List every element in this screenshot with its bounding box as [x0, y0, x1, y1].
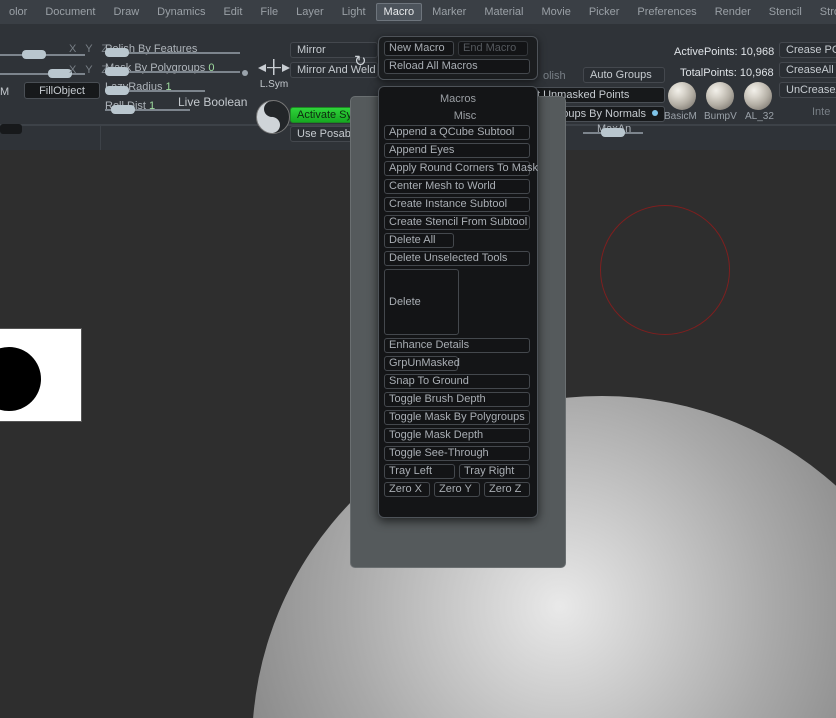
macro-item-zero-x[interactable]: Zero X	[384, 482, 430, 497]
alpha-corner-handle-top[interactable]	[74, 329, 81, 336]
max-angle-slider[interactable]: MaxAn	[583, 123, 643, 140]
polish-indicator-dot[interactable]	[242, 70, 248, 76]
end-macro-button: End Macro	[458, 41, 528, 56]
macro-section-header-macros: Macros	[439, 93, 477, 105]
slider-knob[interactable]	[105, 48, 129, 57]
alpha-thumbnail[interactable]	[0, 328, 82, 422]
macro-popup-list-panel[interactable]: Macros Misc Append a QCube Subtool Appen…	[378, 86, 538, 518]
menu-item-layer[interactable]: Layer	[288, 3, 332, 21]
menu-item-macro[interactable]: Macro	[375, 3, 423, 21]
macro-item-grp-unmasked[interactable]: GrpUnMasked	[384, 356, 460, 371]
alpha-circle-shape	[0, 347, 41, 411]
shelf-divider-3	[100, 126, 101, 150]
macro-item-snap-to-ground[interactable]: Snap To Ground	[384, 374, 530, 389]
material-label-bumpv: BumpV	[704, 111, 737, 122]
menu-item-draw[interactable]: Draw	[105, 3, 147, 21]
groups-by-normals-indicator[interactable]	[652, 110, 658, 116]
menu-item-preferences[interactable]: Preferences	[629, 3, 704, 21]
macro-item-toggle-mask-by-polygroups[interactable]: Toggle Mask By Polygroups	[384, 410, 530, 425]
menu-item-stroke[interactable]: Stroke	[812, 3, 836, 21]
macro-item-toggle-mask-depth[interactable]: Toggle Mask Depth	[384, 428, 530, 443]
macro-item-delete-unselected-tools[interactable]: Delete Unselected Tools	[384, 251, 530, 266]
total-points-readout: TotalPoints: 10,968	[680, 67, 774, 79]
slider-knob[interactable]	[22, 50, 46, 59]
macro-item-toggle-brush-depth[interactable]: Toggle Brush Depth	[384, 392, 530, 407]
reload-macros-icon[interactable]: ↻	[354, 52, 367, 70]
crease-all-button[interactable]: CreaseAll	[779, 62, 836, 78]
menu-item-edit[interactable]: Edit	[215, 3, 250, 21]
m-label: M	[0, 86, 10, 98]
slider-knob[interactable]	[601, 128, 625, 137]
macro-item-delete-all[interactable]: Delete All	[384, 233, 454, 248]
macro-popup-header-panel[interactable]: New Macro End Macro Reload All Macros	[378, 36, 538, 80]
slider-knob[interactable]	[105, 86, 129, 95]
new-macro-button[interactable]: New Macro	[384, 41, 454, 56]
macro-item-append-eyes[interactable]: Append Eyes	[384, 143, 530, 158]
macro-item-tray-right[interactable]: Tray Right	[459, 464, 530, 479]
macro-item-delete-folder[interactable]: Delete	[384, 269, 459, 335]
material-ball-al32[interactable]	[744, 82, 772, 110]
menu-item-material[interactable]: Material	[476, 3, 531, 21]
menu-item-file[interactable]: File	[252, 3, 286, 21]
macro-item-zero-z[interactable]: Zero Z	[484, 482, 530, 497]
inte-label-partial: Inte	[812, 106, 831, 118]
fill-object-button[interactable]: FillObject	[24, 82, 100, 99]
reload-all-macros-button[interactable]: Reload All Macros	[384, 59, 530, 74]
menu-item-movie[interactable]: Movie	[533, 3, 578, 21]
macro-item-center-mesh-to-world[interactable]: Center Mesh to World	[384, 179, 530, 194]
menu-item-color[interactable]: olor	[1, 3, 35, 21]
macro-item-create-instance-subtool[interactable]: Create Instance Subtool	[384, 197, 530, 212]
macro-new-end-row: New Macro End Macro	[384, 41, 532, 59]
macro-item-tray-left[interactable]: Tray Left	[384, 464, 455, 479]
auto-groups-button[interactable]: Auto Groups	[583, 67, 665, 83]
macro-item-zero-y[interactable]: Zero Y	[434, 482, 480, 497]
symmetry-arrows-icon	[258, 59, 290, 75]
menu-item-stencil[interactable]: Stencil	[761, 3, 810, 21]
lsym-label: L.Sym	[259, 79, 289, 90]
symmetry-yinyang-icon[interactable]	[256, 100, 290, 134]
polish-by-features-slider[interactable]: Polish By Features	[105, 43, 240, 60]
alpha-corner-handle-bottom[interactable]	[74, 414, 81, 421]
menu-item-document[interactable]: Document	[37, 3, 103, 21]
crease-pg-button[interactable]: Crease PG	[779, 42, 836, 58]
macro-zero-row: Zero X Zero Y Zero Z	[384, 482, 532, 500]
shelf-small-swatch[interactable]	[0, 124, 22, 134]
menu-item-render[interactable]: Render	[707, 3, 759, 21]
material-label-basicm: BasicM	[664, 111, 697, 122]
macro-section-header-misc: Misc	[453, 110, 477, 122]
menu-item-marker[interactable]: Marker	[424, 3, 474, 21]
macro-item-apply-round-corners-to-mask[interactable]: Apply Round Corners To Mask	[384, 161, 538, 176]
live-boolean-button[interactable]: Live Boolean	[178, 95, 247, 109]
menu-item-picker[interactable]: Picker	[581, 3, 628, 21]
symmetry-axis-icon[interactable]: L.Sym	[255, 56, 293, 90]
uncrease-all-button[interactable]: UnCreaseAll	[779, 82, 836, 98]
macro-item-append-qcube-subtool[interactable]: Append a QCube Subtool	[384, 125, 530, 140]
brush-cursor-ring	[600, 205, 730, 335]
material-ball-basicm[interactable]	[668, 82, 696, 110]
main-menu-bar[interactable]: olor Document Draw Dynamics Edit File La…	[0, 0, 836, 24]
menu-item-dynamics[interactable]: Dynamics	[149, 3, 213, 21]
zbrush-window: olor Document Draw Dynamics Edit File La…	[0, 0, 836, 718]
slider-knob[interactable]	[105, 67, 129, 76]
mask-by-polygroups-slider[interactable]: Mask By Polygroups 0	[105, 62, 240, 79]
macro-tray-row: Tray Left Tray Right	[384, 464, 532, 482]
active-points-readout: ActivePoints: 10,968	[674, 46, 775, 58]
macro-item-toggle-see-through[interactable]: Toggle See-Through	[384, 446, 530, 461]
polish-label-partial: olish	[543, 70, 566, 82]
menu-item-light[interactable]: Light	[334, 3, 374, 21]
material-label-al32: AL_32	[745, 111, 774, 122]
macro-item-enhance-details[interactable]: Enhance Details	[384, 338, 530, 353]
macro-item-create-stencil-from-subtool[interactable]: Create Stencil From Subtool	[384, 215, 530, 230]
slider-knob[interactable]	[111, 105, 135, 114]
material-ball-bumpv[interactable]	[706, 82, 734, 110]
